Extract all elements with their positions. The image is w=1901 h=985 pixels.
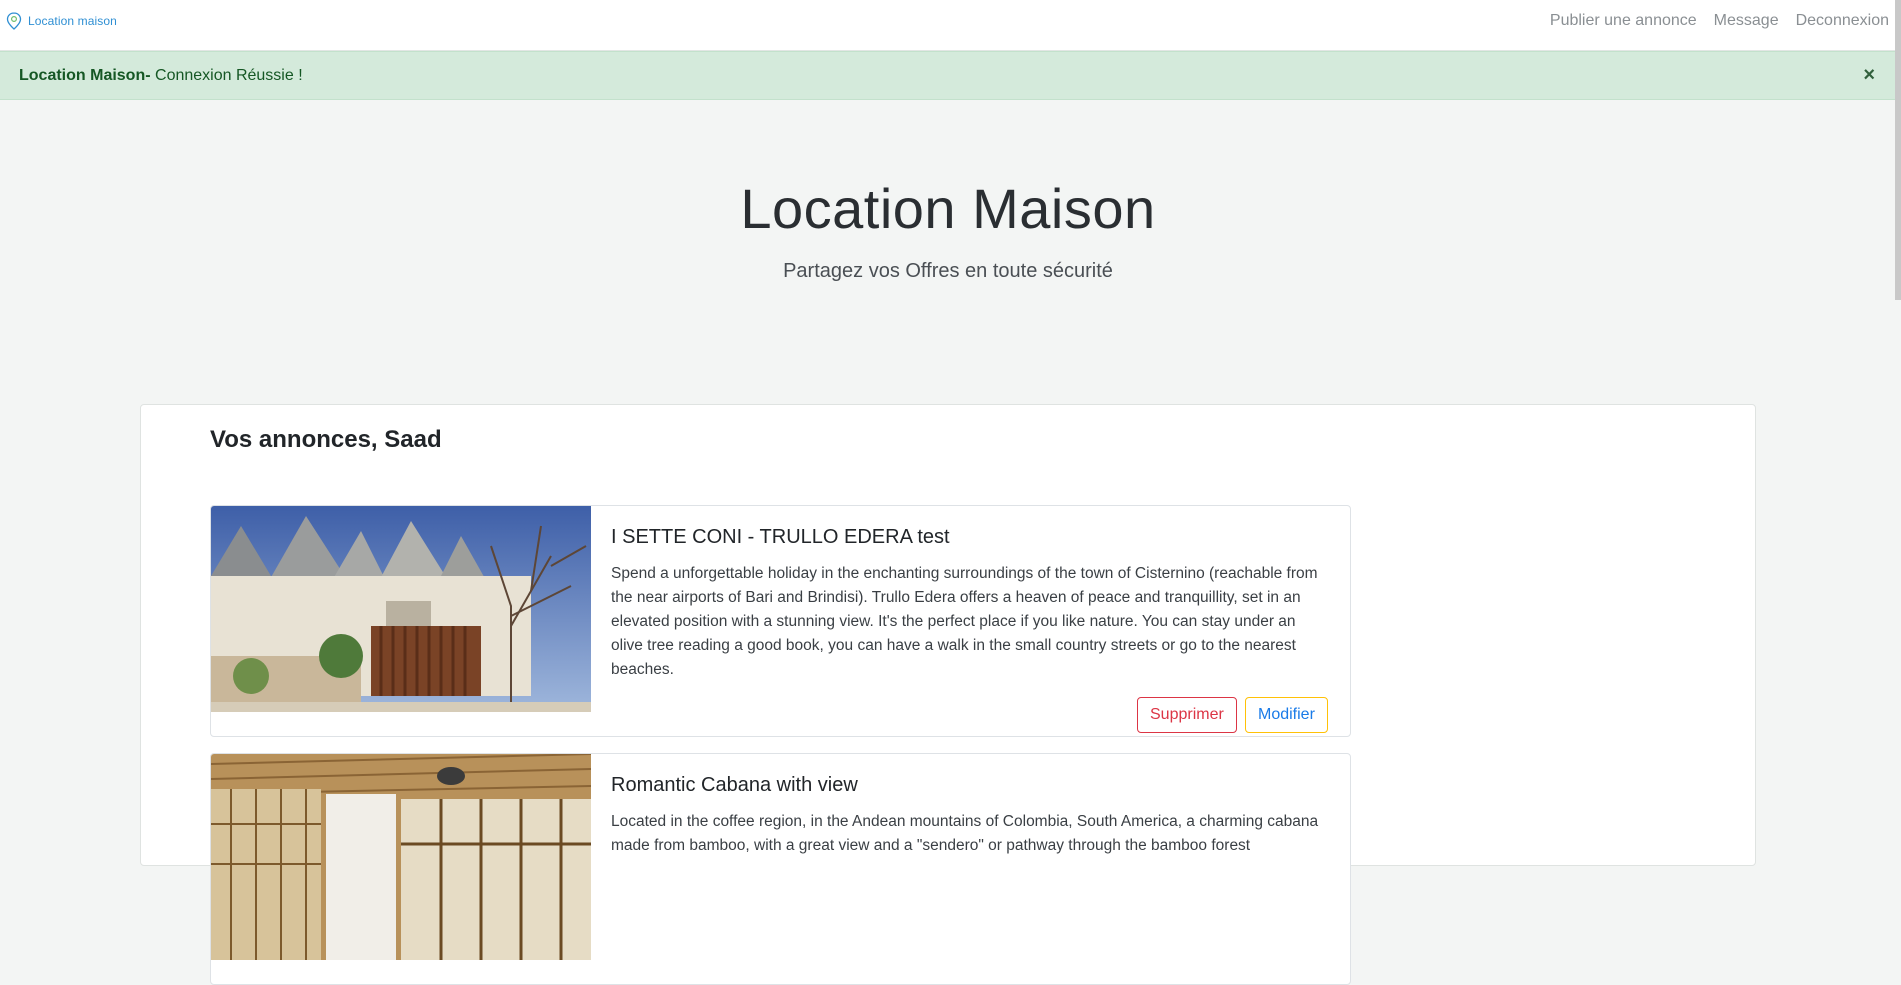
top-navbar: Location maison Publier une annonce Mess…	[0, 0, 1901, 51]
alert-text: Location Maison- Connexion Réussie !	[19, 67, 303, 85]
listing-photo-cabana[interactable]	[211, 754, 591, 960]
listing-description: Spend a unforgettable holiday in the enc…	[611, 565, 1318, 678]
brand-name: Location maison	[28, 14, 117, 28]
success-alert: Location Maison- Connexion Réussie ! ×	[0, 51, 1901, 100]
nav-message-link[interactable]: Message	[1714, 12, 1779, 30]
page-subtitle: Partagez vos Offres en toute sécurité	[783, 260, 1113, 282]
listing-title[interactable]: I SETTE CONI - TRULLO EDERA test	[611, 526, 950, 549]
listing-title[interactable]: Romantic Cabana with view	[611, 774, 858, 797]
edit-button[interactable]: Modifier	[1245, 697, 1328, 733]
page-scrollbar[interactable]	[1895, 0, 1901, 300]
nav-publish-link[interactable]: Publier une annonce	[1550, 12, 1697, 30]
listings-panel: Vos annonces, Saad I SETTE CONI - TRULLO…	[140, 404, 1756, 985]
listing-card: Romantic Cabana with view Located in the…	[210, 753, 1351, 985]
location-pin-icon	[6, 12, 22, 30]
nav-logout-link[interactable]: Deconnexion	[1796, 12, 1889, 30]
listings-heading: Vos annonces, Saad	[210, 426, 442, 453]
page-title: Location Maison	[740, 177, 1156, 240]
brand-logo[interactable]: Location maison	[6, 12, 117, 30]
nav-links: Publier une annonce Message Deconnexion	[1550, 0, 1889, 42]
listing-card: I SETTE CONI - TRULLO EDERA test Spend a…	[210, 505, 1351, 737]
listing-photo-trullo[interactable]	[211, 506, 591, 712]
alert-message: Connexion Réussie !	[150, 67, 303, 84]
alert-strong-label: Location Maison-	[19, 67, 151, 84]
close-icon[interactable]: ×	[1863, 65, 1875, 85]
delete-button[interactable]: Supprimer	[1137, 697, 1237, 733]
